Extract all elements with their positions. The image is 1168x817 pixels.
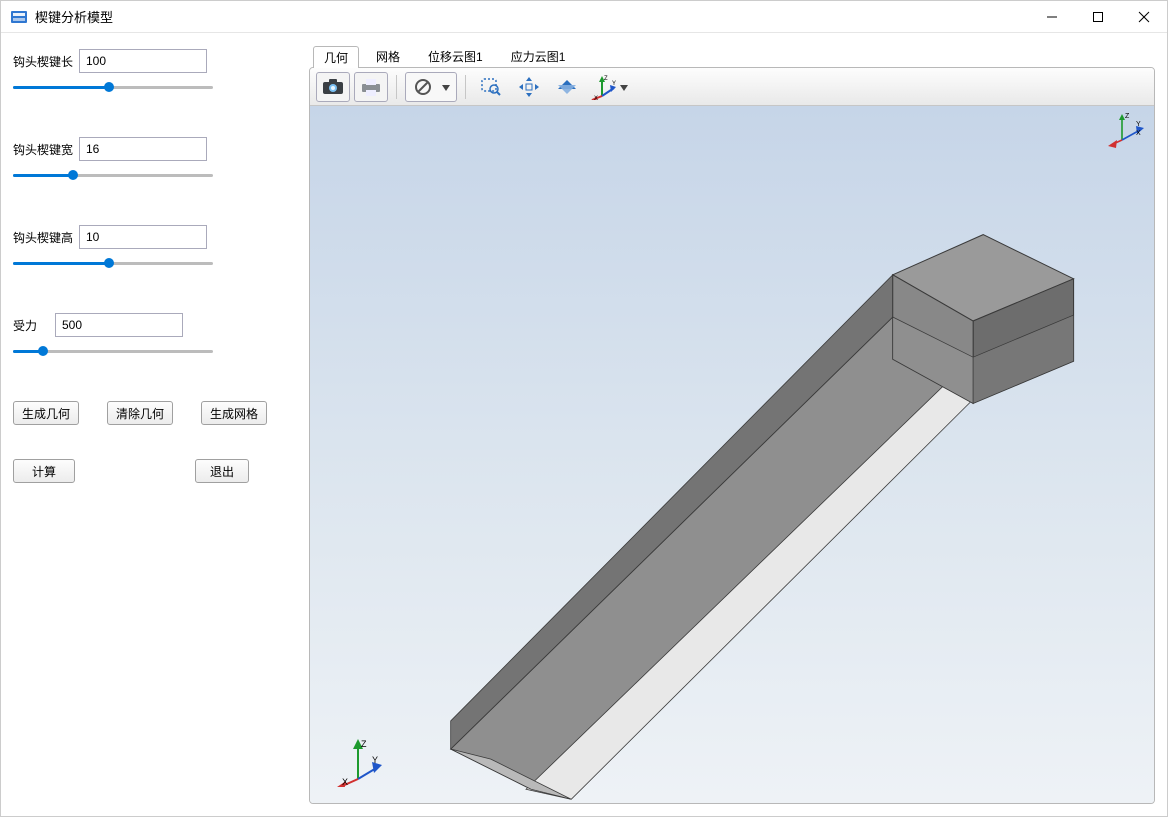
param-width-label: 钩头楔键宽 (13, 141, 77, 158)
svg-text:Z: Z (361, 739, 367, 749)
compute-button[interactable]: 计算 (13, 459, 75, 483)
print-button[interactable] (354, 72, 388, 102)
param-width-slider[interactable] (13, 167, 213, 185)
param-width: 钩头楔键宽 (13, 137, 289, 185)
pan-button[interactable] (512, 72, 546, 102)
tab-displacement[interactable]: 位移云图1 (417, 45, 494, 67)
sidebar: 钩头楔键长 钩头楔键宽 钩头楔键高 (1, 33, 301, 816)
param-force-label: 受力 (13, 317, 53, 334)
axis-orient-button[interactable]: Z Y X (588, 72, 634, 102)
maximize-button[interactable] (1075, 1, 1121, 32)
chevron-down-icon (616, 80, 632, 94)
generate-geometry-button[interactable]: 生成几何 (13, 401, 79, 425)
zoom-window-icon (480, 77, 502, 97)
chevron-down-icon (438, 80, 454, 94)
svg-text:X: X (594, 96, 598, 100)
param-height: 钩头楔键高 (13, 225, 289, 273)
param-length: 钩头楔键长 (13, 49, 289, 97)
pan-icon (518, 76, 540, 98)
toolbar: Z Y X (310, 68, 1154, 106)
svg-text:X: X (342, 777, 348, 787)
clear-geometry-button[interactable]: 清除几何 (107, 401, 173, 425)
svg-text:Y: Y (372, 755, 378, 765)
param-height-slider[interactable] (13, 255, 213, 273)
exit-button[interactable]: 退出 (195, 459, 249, 483)
app-icon (9, 7, 29, 27)
param-length-slider[interactable] (13, 79, 213, 97)
generate-mesh-button[interactable]: 生成网格 (201, 401, 267, 425)
tab-mesh[interactable]: 网格 (365, 45, 411, 67)
view-panel: Z Y X (309, 67, 1155, 804)
view-options-button[interactable] (405, 72, 457, 102)
camera-icon (322, 78, 344, 96)
toolbar-separator (396, 75, 397, 99)
tab-geometry[interactable]: 几何 (313, 46, 359, 68)
param-height-input[interactable] (79, 225, 207, 249)
snapshot-button[interactable] (316, 72, 350, 102)
tab-stress[interactable]: 应力云图1 (500, 45, 577, 67)
fit-view-button[interactable] (550, 72, 584, 102)
toolbar-separator (465, 75, 466, 99)
param-length-label: 钩头楔键长 (13, 53, 77, 70)
titlebar: 楔键分析模型 (1, 1, 1167, 33)
param-length-input[interactable] (79, 49, 207, 73)
svg-text:Y: Y (1136, 121, 1141, 128)
minimize-button[interactable] (1029, 1, 1075, 32)
param-force: 受力 (13, 313, 289, 361)
close-button[interactable] (1121, 1, 1167, 32)
svg-text:X: X (1136, 130, 1141, 137)
main: 几何 网格 位移云图1 应力云图1 (301, 33, 1167, 816)
tabs: 几何 网格 位移云图1 应力云图1 (309, 43, 1155, 67)
svg-text:Z: Z (1125, 113, 1130, 120)
param-width-input[interactable] (79, 137, 207, 161)
svg-text:Z: Z (604, 76, 608, 82)
axis-indicator-small: Z Y X (1108, 110, 1146, 148)
forbidden-icon (413, 77, 433, 97)
axis-indicator-large: Z Y X (334, 735, 382, 787)
printer-icon (360, 77, 382, 97)
param-height-label: 钩头楔键高 (13, 229, 77, 246)
param-force-input[interactable] (55, 313, 183, 337)
window-title: 楔键分析模型 (35, 7, 113, 26)
geometry-model (310, 106, 1154, 803)
fit-icon (556, 77, 578, 97)
param-force-slider[interactable] (13, 343, 213, 361)
zoom-window-button[interactable] (474, 72, 508, 102)
window-controls (1029, 1, 1167, 32)
viewport-3d[interactable]: Z Y X Z Y X (310, 106, 1154, 803)
axis-orient-icon: Z Y X (590, 74, 616, 100)
